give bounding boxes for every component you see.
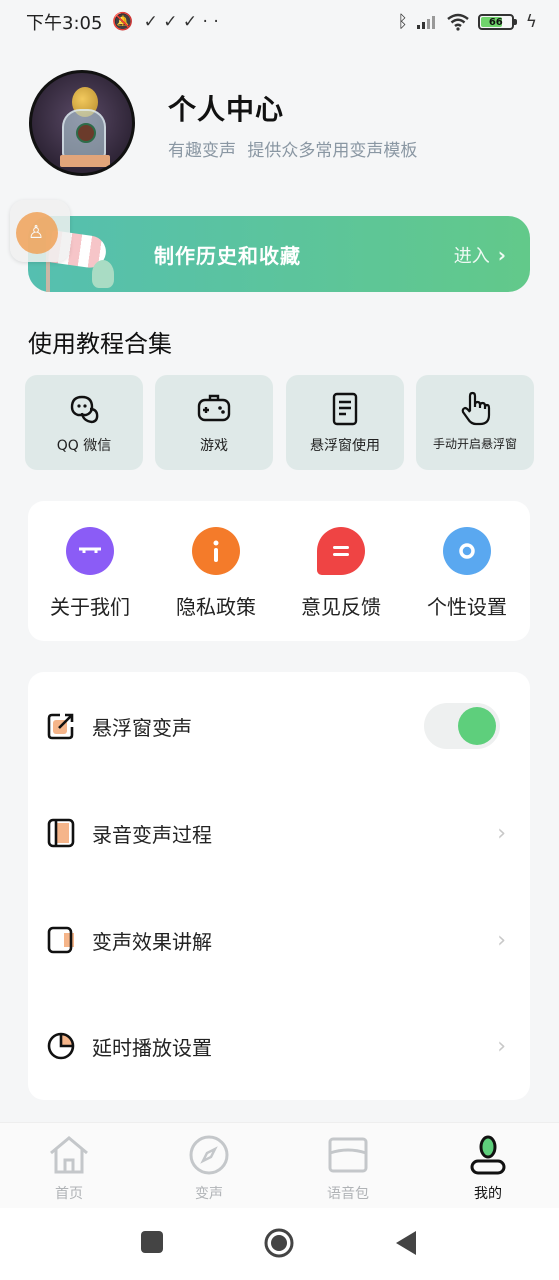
banner-title: 制作历史和收藏 bbox=[154, 244, 301, 268]
notification-icons: ✓ ✓ ✓ · · bbox=[143, 12, 219, 32]
chevron-right-icon: › bbox=[497, 1033, 506, 1059]
home-icon bbox=[50, 1136, 88, 1174]
home-system-button[interactable] bbox=[263, 1227, 295, 1259]
setting-floating-voice-change[interactable]: 悬浮窗变声 bbox=[28, 696, 530, 756]
tutorials-section-title: 使用教程合集 bbox=[28, 330, 172, 358]
bluetooth-icon: ᛒ bbox=[397, 12, 408, 32]
tutorial-qq-wechat[interactable]: QQ 微信 bbox=[25, 375, 143, 470]
nav-label: 变声 bbox=[195, 1186, 223, 1202]
tutorial-label: 手动开启悬浮窗 bbox=[432, 437, 517, 451]
tutorial-game[interactable]: 游戏 bbox=[155, 375, 273, 470]
tutorial-label: 悬浮窗使用 bbox=[310, 438, 380, 454]
profile-subtitle: 有趣变声 提供众多常用变声模板 bbox=[168, 141, 418, 161]
wifi-icon bbox=[447, 13, 469, 31]
recents-button[interactable] bbox=[140, 1230, 164, 1254]
floating-voice-toggle[interactable] bbox=[424, 703, 500, 749]
chevron-right-icon: › bbox=[497, 243, 506, 267]
feedback-button[interactable]: 意见反馈 bbox=[291, 527, 391, 620]
settings-list: 悬浮窗变声 录音变声过程 › 变声效果讲解 › 延时播放设置 › bbox=[28, 672, 530, 1100]
system-nav-bar bbox=[0, 1208, 559, 1280]
box-icon bbox=[328, 1137, 368, 1173]
privacy-policy-button[interactable]: 隐私政策 bbox=[166, 527, 266, 620]
compass-icon bbox=[189, 1135, 229, 1175]
nav-home[interactable]: 首页 bbox=[19, 1133, 119, 1203]
setting-label: 延时播放设置 bbox=[92, 1035, 212, 1060]
about-us-button[interactable]: 关于我们 bbox=[40, 527, 140, 620]
setting-label: 录音变声过程 bbox=[92, 822, 212, 847]
nav-voice-pack[interactable]: 语音包 bbox=[298, 1133, 398, 1203]
back-button[interactable] bbox=[394, 1230, 418, 1256]
quick-link-label: 关于我们 bbox=[50, 595, 130, 619]
quick-links-panel: 关于我们 隐私政策 意见反馈 个性设置 bbox=[28, 501, 530, 641]
tutorial-manual-floating[interactable]: 手动开启悬浮窗 bbox=[416, 375, 534, 470]
page-title: 个人中心 bbox=[168, 93, 285, 126]
mute-bell-icon: 🔕 bbox=[112, 12, 134, 32]
charging-icon: ϟ bbox=[525, 12, 537, 32]
chevron-right-icon: › bbox=[497, 927, 506, 953]
info-bag-icon bbox=[66, 527, 114, 575]
banner-enter-button[interactable]: 进入 › bbox=[454, 242, 506, 268]
battery-level: 66 bbox=[488, 16, 503, 28]
quick-link-label: 个性设置 bbox=[427, 595, 507, 619]
chevron-right-icon: › bbox=[497, 820, 506, 846]
share-out-icon bbox=[47, 713, 74, 740]
setting-effect-explanation[interactable]: 变声效果讲解 › bbox=[28, 910, 530, 970]
status-time: 下午3:05 bbox=[26, 13, 103, 34]
signal-icon bbox=[416, 16, 435, 29]
panel-icon bbox=[47, 818, 75, 848]
feedback-icon bbox=[317, 527, 365, 575]
setting-recording-process[interactable]: 录音变声过程 › bbox=[28, 803, 530, 863]
setting-delay-playback[interactable]: 延时播放设置 › bbox=[28, 1016, 530, 1076]
user-icon bbox=[470, 1135, 506, 1175]
square-icon bbox=[47, 926, 74, 954]
document-icon bbox=[332, 392, 358, 426]
settings-hex-icon bbox=[443, 527, 491, 575]
tutorial-label: QQ 微信 bbox=[56, 438, 112, 454]
banner-enter-label: 进入 bbox=[453, 246, 490, 267]
nav-voice-change[interactable]: 变声 bbox=[159, 1133, 259, 1203]
nav-label: 语音包 bbox=[327, 1186, 369, 1202]
nav-mine[interactable]: 我的 bbox=[438, 1133, 538, 1203]
status-bar: 下午3:05 🔕 ✓ ✓ ✓ · · ᛒ 66 ϟ bbox=[0, 0, 559, 44]
history-favorites-banner[interactable]: 制作历史和收藏 进入 › bbox=[28, 216, 530, 292]
battery-icon: 66 bbox=[477, 14, 517, 30]
tutorial-label: 游戏 bbox=[200, 438, 228, 454]
bottom-nav: 首页 变声 语音包 我的 bbox=[0, 1122, 559, 1208]
personal-settings-button[interactable]: 个性设置 bbox=[417, 527, 517, 620]
quick-link-label: 意见反馈 bbox=[301, 595, 381, 619]
info-icon bbox=[192, 527, 240, 575]
setting-label: 变声效果讲解 bbox=[92, 929, 212, 954]
tutorial-floating-window[interactable]: 悬浮窗使用 bbox=[286, 375, 404, 470]
hand-pointer-icon bbox=[461, 391, 491, 426]
pie-timer-icon bbox=[47, 1032, 75, 1060]
quick-link-label: 隐私政策 bbox=[176, 595, 256, 619]
nav-label: 首页 bbox=[55, 1186, 83, 1202]
floating-window-bubble[interactable]: ♙ bbox=[10, 200, 70, 262]
setting-label: 悬浮窗变声 bbox=[92, 715, 192, 740]
avatar[interactable] bbox=[29, 70, 135, 176]
floating-bubble-icon: ♙ bbox=[16, 212, 58, 254]
chat-bubbles-icon bbox=[70, 395, 99, 424]
gamepad-icon bbox=[197, 394, 231, 422]
nav-label: 我的 bbox=[474, 1186, 502, 1202]
